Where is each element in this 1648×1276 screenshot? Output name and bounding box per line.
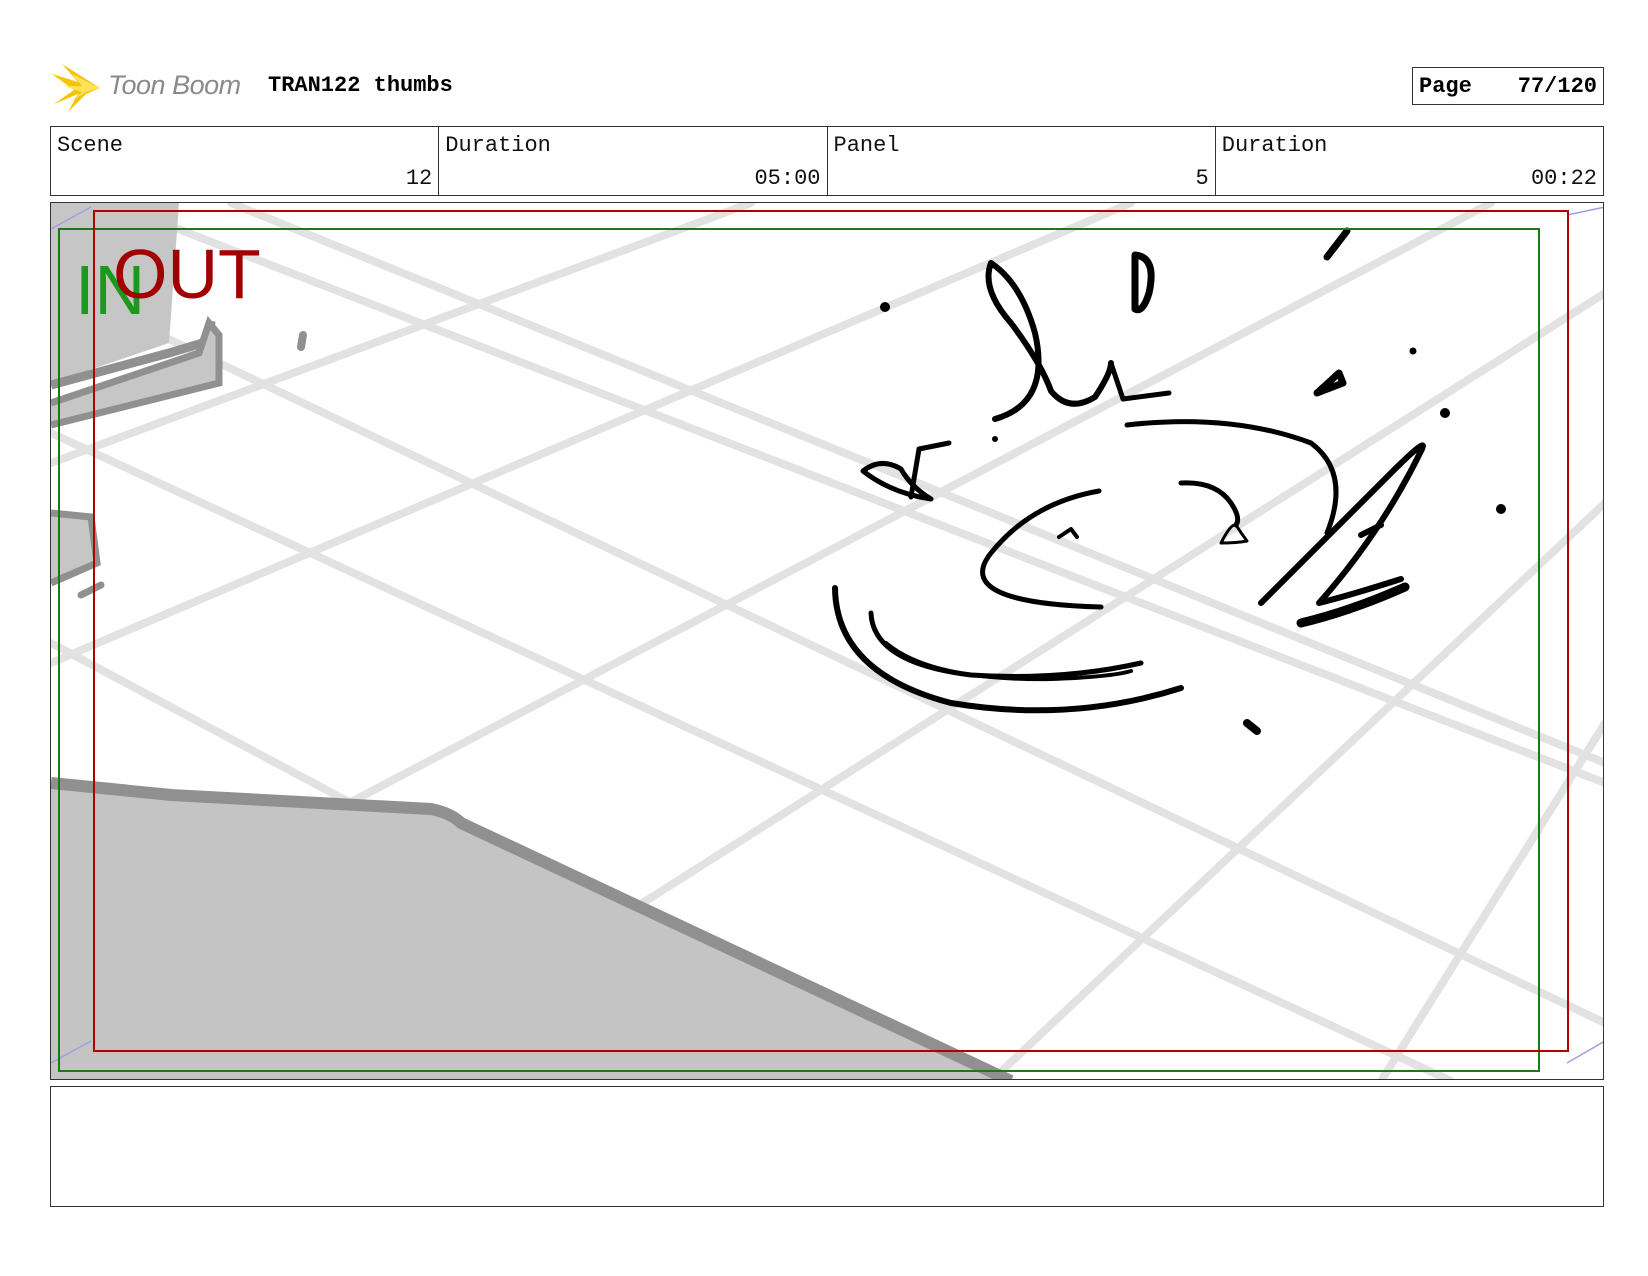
page-number: 77/120 xyxy=(1517,73,1597,99)
panel-notes-box xyxy=(50,1086,1604,1207)
document-title: TRAN122 thumbs xyxy=(268,73,453,98)
panel-label: Panel xyxy=(833,133,900,158)
panel-duration-cell: Duration 00:22 xyxy=(1216,127,1603,195)
out-label: OUT xyxy=(113,235,261,313)
panel-value: 5 xyxy=(1195,166,1209,191)
scene-value: 12 xyxy=(405,166,433,191)
panel-cell: Panel 5 xyxy=(828,127,1216,195)
scene-duration-label: Duration xyxy=(445,133,551,158)
scene-cell: Scene 12 xyxy=(51,127,440,195)
toon-boom-logo: Toon Boom xyxy=(52,60,252,114)
floor-shadow xyxy=(51,783,1007,1079)
panel-drawing xyxy=(51,203,1603,1079)
scene-info-table: Scene 12 Duration 05:00 Panel 5 Duration… xyxy=(50,126,1604,196)
logo-text: Toon Boom xyxy=(108,70,241,100)
scene-duration-value: 05:00 xyxy=(754,166,821,191)
panel-duration-label: Duration xyxy=(1221,133,1328,158)
panel-duration-value: 00:22 xyxy=(1530,166,1597,191)
page-indicator: Page 77/120 xyxy=(1412,67,1604,105)
splash-sketch xyxy=(832,227,1506,735)
starburst-icon xyxy=(52,64,100,112)
scene-duration-cell: Duration 05:00 xyxy=(439,127,828,195)
storyboard-panel-frame: IN OUT xyxy=(50,202,1604,1080)
page-label: Page xyxy=(1419,73,1472,99)
scene-label: Scene xyxy=(57,133,124,158)
